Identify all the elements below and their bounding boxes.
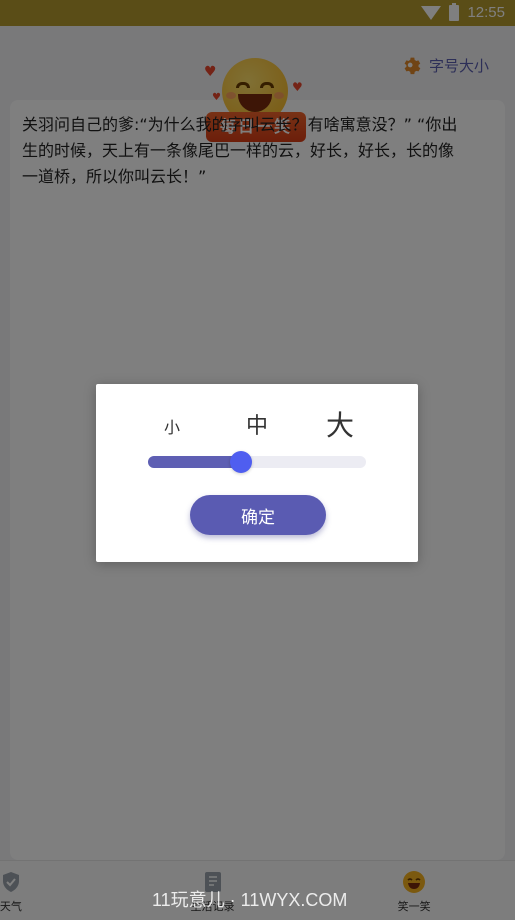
font-size-options: 小 中 大 bbox=[96, 406, 418, 442]
size-medium-label[interactable]: 中 bbox=[246, 408, 268, 440]
font-size-dialog: 小 中 大 确定 bbox=[96, 384, 418, 562]
font-size-slider[interactable] bbox=[148, 451, 366, 473]
slider-thumb[interactable] bbox=[230, 451, 252, 473]
size-large-label[interactable]: 大 bbox=[326, 404, 354, 444]
watermark: 11玩意儿 · 11WYX.COM bbox=[152, 890, 348, 910]
slider-fill bbox=[148, 456, 241, 468]
confirm-button[interactable]: 确定 bbox=[190, 495, 326, 535]
size-small-label[interactable]: 小 bbox=[164, 414, 180, 438]
